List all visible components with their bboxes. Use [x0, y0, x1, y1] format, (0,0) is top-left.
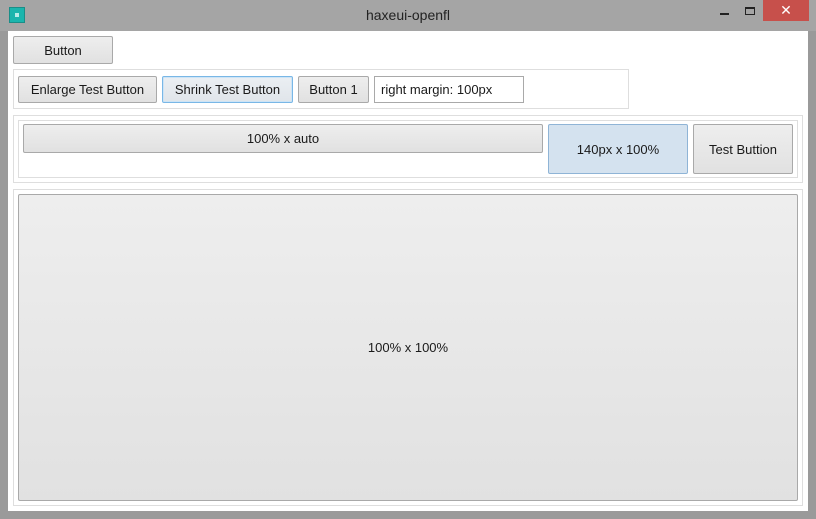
auto-height-button[interactable]: 100% x auto	[23, 124, 543, 153]
minimize-button[interactable]	[712, 0, 736, 21]
right-margin-text-field[interactable]: right margin: 100px	[374, 76, 524, 103]
enlarge-test-button[interactable]: Enlarge Test Button	[18, 76, 157, 103]
window-title: haxeui-openfl	[365, 7, 451, 23]
minimize-icon	[719, 12, 729, 15]
app-window: haxeui-openfl ✕ Button Enlarge Test Butt…	[0, 0, 816, 519]
shrink-test-button[interactable]: Shrink Test Button	[162, 76, 293, 103]
test-button[interactable]: Test Buttion	[693, 124, 793, 174]
maximize-button[interactable]	[738, 0, 762, 21]
close-icon: ✕	[780, 2, 792, 18]
title-bar[interactable]: haxeui-openfl ✕	[0, 0, 816, 31]
close-button[interactable]: ✕	[763, 0, 809, 21]
fixed-width-button[interactable]: 140px x 100%	[548, 124, 688, 174]
client-area: Button Enlarge Test Button Shrink Test B…	[8, 31, 808, 511]
maximize-icon	[745, 6, 755, 15]
button-1[interactable]: Button 1	[298, 76, 369, 103]
button[interactable]: Button	[13, 36, 113, 64]
full-size-button[interactable]: 100% x 100%	[18, 194, 798, 501]
